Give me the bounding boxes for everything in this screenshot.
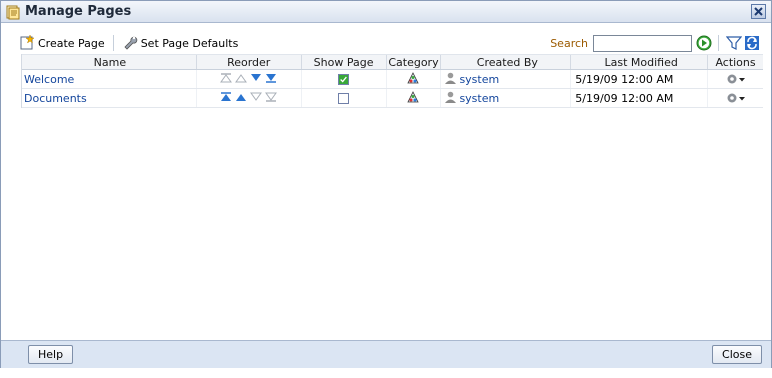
reorder-controls bbox=[220, 91, 278, 105]
dialog-title: Manage Pages bbox=[25, 4, 132, 19]
set-page-defaults-button[interactable]: Set Page Defaults bbox=[118, 33, 243, 53]
last-modified: 5/19/09 12:00 AM bbox=[571, 89, 709, 107]
column-header-last-modified[interactable]: Last Modified bbox=[571, 55, 709, 69]
manage-pages-dialog: Manage Pages Create Page Set Page Defaul… bbox=[0, 0, 772, 368]
user-icon bbox=[444, 72, 457, 87]
page-name-link[interactable]: Documents bbox=[24, 92, 87, 105]
show-page-checkbox[interactable] bbox=[338, 73, 350, 85]
toolbar-separator bbox=[718, 35, 719, 51]
toolbar-separator bbox=[112, 35, 114, 51]
create-page-icon bbox=[19, 33, 35, 53]
help-button[interactable]: Help bbox=[28, 345, 74, 364]
move-bottom-icon[interactable] bbox=[265, 73, 277, 86]
table-header: Name Reorder Show Page Category Created … bbox=[22, 54, 763, 70]
close-button[interactable]: Close bbox=[712, 345, 762, 364]
create-page-label: Create Page bbox=[38, 36, 105, 50]
move-down-icon bbox=[250, 92, 263, 105]
created-by-link[interactable]: system bbox=[459, 92, 499, 105]
toolbar: Create Page Set Page Defaults Search bbox=[15, 32, 761, 54]
table-row: Welcome system 5/19/09 12:00 AM bbox=[22, 70, 763, 89]
created-by-link[interactable]: system bbox=[459, 73, 499, 86]
table-row: Documents system 5/19/09 12:00 AM bbox=[22, 89, 763, 108]
dialog-footer: Help Close bbox=[1, 340, 771, 368]
search-input[interactable] bbox=[593, 34, 692, 52]
set-page-defaults-label: Set Page Defaults bbox=[140, 36, 239, 50]
search-area: Search bbox=[550, 32, 761, 54]
title-bar[interactable]: Manage Pages bbox=[1, 1, 771, 23]
column-header-reorder[interactable]: Reorder bbox=[197, 55, 302, 69]
show-page-checkbox[interactable] bbox=[338, 92, 350, 104]
pages-table: Name Reorder Show Page Category Created … bbox=[21, 54, 763, 108]
column-header-created-by[interactable]: Created By bbox=[441, 55, 572, 69]
column-header-actions[interactable]: Actions bbox=[708, 55, 763, 69]
move-bottom-icon bbox=[265, 92, 278, 105]
create-page-button[interactable]: Create Page bbox=[15, 33, 109, 53]
search-label: Search bbox=[550, 36, 588, 50]
move-top-icon[interactable] bbox=[220, 91, 232, 105]
column-header-name[interactable]: Name bbox=[22, 55, 197, 69]
filter-icon[interactable] bbox=[725, 34, 743, 52]
move-down-icon[interactable] bbox=[250, 73, 262, 86]
column-header-category[interactable]: Category bbox=[387, 55, 442, 69]
actions-gear-icon[interactable] bbox=[726, 73, 746, 85]
pages-icon bbox=[5, 4, 21, 20]
category-icon bbox=[407, 90, 420, 106]
reorder-controls bbox=[220, 72, 277, 86]
move-up-icon[interactable] bbox=[235, 92, 247, 105]
move-up-icon bbox=[235, 73, 248, 86]
search-go-icon[interactable] bbox=[696, 35, 712, 51]
user-icon bbox=[444, 91, 457, 106]
refresh-icon[interactable] bbox=[743, 34, 761, 52]
last-modified: 5/19/09 12:00 AM bbox=[571, 70, 709, 88]
actions-gear-icon[interactable] bbox=[726, 92, 746, 104]
column-header-show-page[interactable]: Show Page bbox=[302, 55, 387, 69]
move-top-icon bbox=[220, 72, 233, 86]
page-name-link[interactable]: Welcome bbox=[24, 73, 74, 86]
wrench-icon bbox=[122, 34, 138, 53]
close-icon[interactable] bbox=[751, 4, 766, 19]
category-icon bbox=[407, 71, 420, 87]
